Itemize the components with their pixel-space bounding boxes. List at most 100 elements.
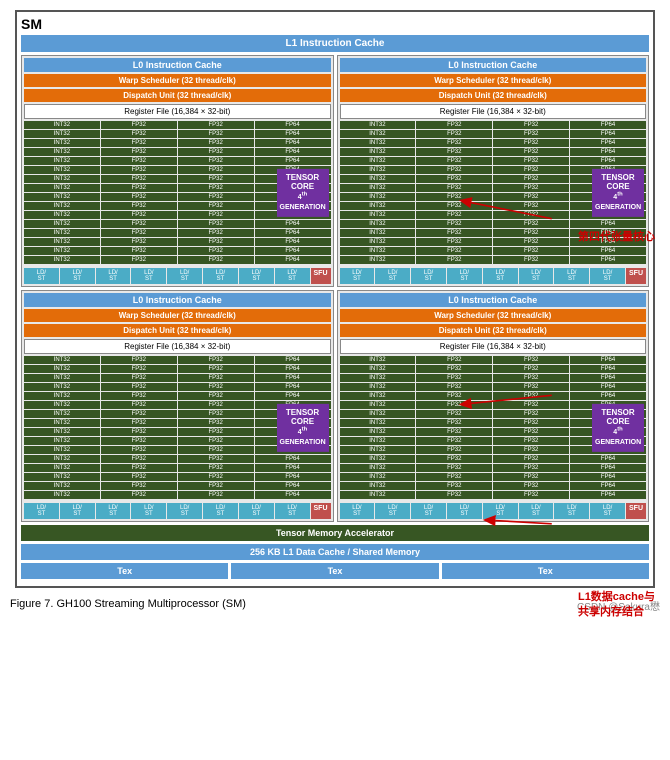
figure-caption-row: Figure 7. GH100 Streaming Multiprocessor… xyxy=(10,594,660,613)
cuda-area-tl: INT32FP32FP32FP64 INT32FP32FP32FP64 INT3… xyxy=(24,121,331,264)
fp32-cell: FP32 xyxy=(416,256,492,264)
top-left-quadrant: L0 Instruction Cache Warp Scheduler (32 … xyxy=(21,55,334,287)
warp-scheduler-tr: Warp Scheduler (32 thread/clk) xyxy=(340,74,647,87)
sm-label: SM xyxy=(21,16,649,32)
cuda-row: INT32FP32FP32FP64 xyxy=(340,121,647,129)
int32-cell: INT32 xyxy=(24,401,100,409)
fp64-cell: FP64 xyxy=(570,491,646,499)
fp32-cell: FP32 xyxy=(101,220,177,228)
fp32-cell: FP32 xyxy=(101,238,177,246)
int32-cell: INT32 xyxy=(340,211,416,219)
fp32-cell: FP32 xyxy=(178,139,254,147)
fp32-cell: FP32 xyxy=(493,365,569,373)
cuda-row: INT32FP32FP32FP64 xyxy=(340,365,647,373)
fp32-cell: FP32 xyxy=(178,229,254,237)
int32-cell: INT32 xyxy=(340,202,416,210)
tex-cell-3: Tex xyxy=(442,563,649,579)
dispatch-unit-tr: Dispatch Unit (32 thread/clk) xyxy=(340,89,647,102)
int32-cell: INT32 xyxy=(340,229,416,237)
fp32-cell: FP32 xyxy=(493,410,569,418)
fp32-cell: FP32 xyxy=(416,193,492,201)
fp64-cell: FP64 xyxy=(570,455,646,463)
bottom-left-quadrant: L0 Instruction Cache Warp Scheduler (32 … xyxy=(21,290,334,522)
int32-cell: INT32 xyxy=(340,175,416,183)
int32-cell: INT32 xyxy=(340,166,416,174)
fp64-cell: FP64 xyxy=(570,121,646,129)
fp32-cell: FP32 xyxy=(101,437,177,445)
top-quadrants: L0 Instruction Cache Warp Scheduler (32 … xyxy=(21,55,649,287)
ld-st-cell: LD/ST xyxy=(590,268,625,284)
fp64-cell: FP64 xyxy=(255,157,331,165)
fp32-cell: FP32 xyxy=(416,410,492,418)
fp64-cell: FP64 xyxy=(570,383,646,391)
fp32-cell: FP32 xyxy=(178,220,254,228)
fp32-cell: FP32 xyxy=(101,139,177,147)
bottom-right-quadrant: L0 Instruction Cache Warp Scheduler (32 … xyxy=(337,290,650,522)
fp32-cell: FP32 xyxy=(416,229,492,237)
sfu-cell-bl: SFU xyxy=(311,503,331,519)
dispatch-unit-tl: Dispatch Unit (32 thread/clk) xyxy=(24,89,331,102)
fp64-cell: FP64 xyxy=(255,148,331,156)
ld-st-cell: LD/ST xyxy=(96,268,131,284)
fp32-cell: FP32 xyxy=(416,401,492,409)
fp32-cell: FP32 xyxy=(178,184,254,192)
cuda-row: INT32FP32FP32FP64 xyxy=(24,383,331,391)
int32-cell: INT32 xyxy=(24,247,100,255)
int32-cell: INT32 xyxy=(340,121,416,129)
int32-cell: INT32 xyxy=(24,437,100,445)
cuda-row: INT32FP32FP32FP64 xyxy=(24,374,331,382)
fp32-cell: FP32 xyxy=(101,184,177,192)
fp32-cell: FP32 xyxy=(178,410,254,418)
ld-st-cell: LD/ST xyxy=(447,503,482,519)
fp32-cell: FP32 xyxy=(101,419,177,427)
int32-cell: INT32 xyxy=(340,464,416,472)
fp32-cell: FP32 xyxy=(101,130,177,138)
cuda-row: INT32FP32FP32FP64 xyxy=(340,148,647,156)
int32-cell: INT32 xyxy=(340,428,416,436)
tensor-core-tl: TENSOR CORE 4th GENERATION xyxy=(277,168,329,216)
int32-cell: INT32 xyxy=(340,238,416,246)
int32-cell: INT32 xyxy=(24,148,100,156)
page-wrapper: SM L1 Instruction Cache L0 Instruction C… xyxy=(10,10,660,613)
fp64-cell: FP64 xyxy=(255,455,331,463)
fp32-cell: FP32 xyxy=(493,166,569,174)
fp32-cell: FP32 xyxy=(416,419,492,427)
fp32-cell: FP32 xyxy=(101,166,177,174)
fp32-cell: FP32 xyxy=(416,383,492,391)
fp32-cell: FP32 xyxy=(493,374,569,382)
int32-cell: INT32 xyxy=(340,455,416,463)
ld-st-cell: LD/ST xyxy=(483,503,518,519)
int32-cell: INT32 xyxy=(340,491,416,499)
fp32-cell: FP32 xyxy=(493,428,569,436)
fp32-cell: FP32 xyxy=(101,473,177,481)
tensor-core-bl: TENSOR CORE 4th GENERATION xyxy=(277,403,329,451)
int32-cell: INT32 xyxy=(24,229,100,237)
int32-cell: INT32 xyxy=(340,365,416,373)
fp64-cell: FP64 xyxy=(255,392,331,400)
fp32-cell: FP32 xyxy=(493,392,569,400)
fp32-cell: FP32 xyxy=(416,428,492,436)
cuda-row: INT32FP32FP32FP64 xyxy=(340,383,647,391)
ld-st-cell: LD/ST xyxy=(519,503,554,519)
fp32-cell: FP32 xyxy=(101,193,177,201)
cuda-row: INT32FP32FP32FP64 xyxy=(24,238,331,246)
int32-cell: INT32 xyxy=(340,157,416,165)
ld-st-cell: LD/ST xyxy=(447,268,482,284)
fp32-cell: FP32 xyxy=(416,374,492,382)
cuda-area-br: INT32FP32FP32FP64 INT32FP32FP32FP64 INT3… xyxy=(340,356,647,499)
ld-st-cell: LD/ST xyxy=(24,268,59,284)
fp32-cell: FP32 xyxy=(101,256,177,264)
l0-cache-br: L0 Instruction Cache xyxy=(340,293,647,307)
fp32-cell: FP32 xyxy=(493,157,569,165)
warp-scheduler-br: Warp Scheduler (32 thread/clk) xyxy=(340,309,647,322)
cuda-row: INT32FP32FP32FP64 xyxy=(24,148,331,156)
fp32-cell: FP32 xyxy=(178,356,254,364)
l1-data-cache: 256 KB L1 Data Cache / Shared Memory xyxy=(21,544,649,560)
fp32-cell: FP32 xyxy=(178,491,254,499)
fp32-cell: FP32 xyxy=(493,148,569,156)
cuda-row: INT32FP32FP32FP64 xyxy=(24,356,331,364)
int32-cell: INT32 xyxy=(340,374,416,382)
register-file-tr: Register File (16,384 × 32-bit) xyxy=(340,104,647,119)
register-file-tl: Register File (16,384 × 32-bit) xyxy=(24,104,331,119)
int32-cell: INT32 xyxy=(24,238,100,246)
